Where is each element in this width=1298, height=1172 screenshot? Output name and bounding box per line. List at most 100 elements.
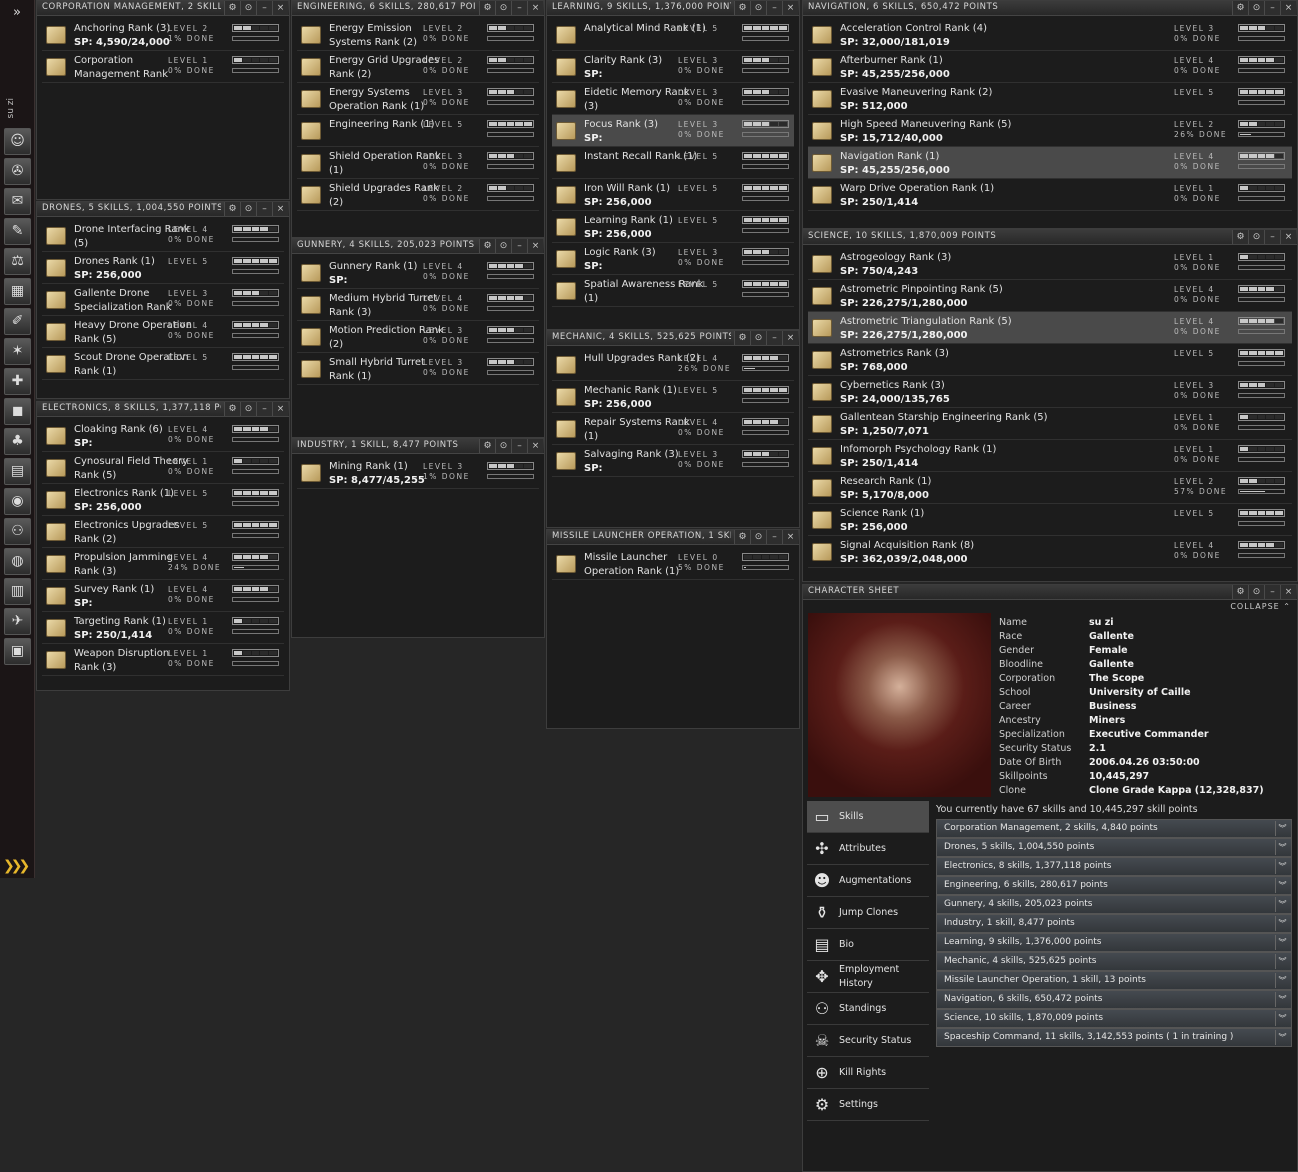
skill-row-drones-rank-1[interactable]: Drones Rank (1) SP: 256,000 LEVEL 5 bbox=[42, 252, 284, 284]
neocom-chevron-icon[interactable]: ❯❯❯ bbox=[3, 858, 30, 874]
market-icon[interactable]: ⚖ bbox=[4, 248, 31, 275]
expand-chevron-icon[interactable]: ︾ bbox=[1275, 878, 1289, 893]
skill-row-cybernetics-rank-3[interactable]: Cybernetics Rank (3) SP: 24,000/135,765 … bbox=[808, 376, 1292, 408]
character-sheet-icon[interactable]: ☺ bbox=[4, 128, 31, 155]
notepad-icon[interactable]: ✎ bbox=[4, 218, 31, 245]
expand-chevron-icon[interactable]: ︾ bbox=[1275, 935, 1289, 950]
fitting-icon[interactable]: ✚ bbox=[4, 368, 31, 395]
window-settings-icon[interactable]: ⚙ bbox=[1232, 1, 1248, 15]
window-pin-icon[interactable]: ⊙ bbox=[240, 202, 256, 216]
sidebar-item-skills[interactable]: ▭ Skills bbox=[807, 801, 929, 833]
skill-row-evasive-maneuvering-rank-2[interactable]: Evasive Maneuvering Rank (2) SP: 512,000… bbox=[808, 83, 1292, 115]
skill-row-instant-recall-rank-1[interactable]: Instant Recall Rank (1) LEVEL 5 bbox=[552, 147, 794, 179]
skill-row-repair-systems-rank-1[interactable]: Repair Systems Rank (1) LEVEL 4 0% DONE bbox=[552, 413, 794, 445]
skill-row-learning-rank-1[interactable]: Learning Rank (1) SP: 256,000 LEVEL 5 bbox=[552, 211, 794, 243]
skill-row-engineering-rank-1[interactable]: Engineering Rank (1) LEVEL 5 bbox=[297, 115, 539, 147]
window-close-icon[interactable]: × bbox=[1280, 230, 1296, 244]
window-close-icon[interactable]: × bbox=[272, 402, 288, 416]
skill-row-missile-launcher-operation-rank-1[interactable]: Missile Launcher Operation Rank (1) LEVE… bbox=[552, 548, 794, 580]
window-titlebar[interactable]: INDUSTRY, 1 SKILL, 8,477 POINTS ⚙ ⊙ – × bbox=[292, 439, 544, 454]
expand-neocom-icon[interactable]: » bbox=[0, 0, 34, 26]
map-icon[interactable]: ▦ bbox=[4, 278, 31, 305]
sidebar-item-bio[interactable]: ▤ Bio bbox=[807, 929, 929, 961]
cargo-icon[interactable]: ◼ bbox=[4, 398, 31, 425]
skill-row-focus-rank-3[interactable]: Focus Rank (3) SP: LEVEL 3 0% DONE bbox=[552, 115, 794, 147]
window-minimize-icon[interactable]: – bbox=[511, 239, 527, 253]
skill-row-survey-rank-1[interactable]: Survey Rank (1) SP: LEVEL 4 0% DONE bbox=[42, 580, 284, 612]
contracts-icon[interactable]: ✐ bbox=[4, 308, 31, 335]
window-settings-icon[interactable]: ⚙ bbox=[224, 202, 240, 216]
skill-row-clarity-rank-3[interactable]: Clarity Rank (3) SP: LEVEL 3 0% DONE bbox=[552, 51, 794, 83]
skill-group-row[interactable]: Electronics, 8 skills, 1,377,118 points ︾ bbox=[936, 857, 1292, 876]
skill-group-row[interactable]: Mechanic, 4 skills, 525,625 points ︾ bbox=[936, 952, 1292, 971]
window-minimize-icon[interactable]: – bbox=[766, 1, 782, 15]
skill-row-energy-systems-operation-rank-1[interactable]: Energy Systems Operation Rank (1) LEVEL … bbox=[297, 83, 539, 115]
skill-row-propulsion-jamming-rank-3[interactable]: Propulsion Jamming Rank (3) LEVEL 4 24% … bbox=[42, 548, 284, 580]
skill-row-eidetic-memory-rank-3[interactable]: Eidetic Memory Rank (3) LEVEL 3 0% DONE bbox=[552, 83, 794, 115]
expand-chevron-icon[interactable]: ︾ bbox=[1275, 1030, 1289, 1045]
mail-icon[interactable]: ✉ bbox=[4, 188, 31, 215]
skill-row-spatial-awareness-rank-1[interactable]: Spatial Awareness Rank (1) LEVEL 5 bbox=[552, 275, 794, 307]
skill-group-row[interactable]: Spaceship Command, 11 skills, 3,142,553 … bbox=[936, 1028, 1292, 1047]
window-pin-icon[interactable]: ⊙ bbox=[495, 439, 511, 453]
window-pin-icon[interactable]: ⊙ bbox=[750, 530, 766, 544]
skill-row-scout-drone-operation-rank-1[interactable]: Scout Drone Operation Rank (1) LEVEL 5 bbox=[42, 348, 284, 380]
window-titlebar[interactable]: CORPORATION MANAGEMENT, 2 SKILLS, 4,840 … bbox=[37, 1, 289, 16]
window-minimize-icon[interactable]: – bbox=[1264, 230, 1280, 244]
window-settings-icon[interactable]: ⚙ bbox=[479, 439, 495, 453]
window-minimize-icon[interactable]: – bbox=[511, 1, 527, 15]
window-pin-icon[interactable]: ⊙ bbox=[495, 239, 511, 253]
window-settings-icon[interactable]: ⚙ bbox=[479, 1, 495, 15]
window-titlebar[interactable]: MISSILE LAUNCHER OPERATION, 1 SKILL, 13 … bbox=[547, 530, 799, 545]
calculator-icon[interactable]: ▤ bbox=[4, 458, 31, 485]
skill-row-infomorph-psychology-rank-1[interactable]: Infomorph Psychology Rank (1) SP: 250/1,… bbox=[808, 440, 1292, 472]
window-minimize-icon[interactable]: – bbox=[511, 439, 527, 453]
collapse-button[interactable]: COLLAPSE ⌃ bbox=[1230, 602, 1291, 611]
skill-row-energy-emission-systems-rank-2[interactable]: Energy Emission Systems Rank (2) LEVEL 2… bbox=[297, 19, 539, 51]
expand-chevron-icon[interactable]: ︾ bbox=[1275, 916, 1289, 931]
window-minimize-icon[interactable]: – bbox=[766, 530, 782, 544]
window-close-icon[interactable]: × bbox=[527, 1, 543, 15]
skill-row-warp-drive-operation-rank-1[interactable]: Warp Drive Operation Rank (1) SP: 250/1,… bbox=[808, 179, 1292, 211]
skill-row-afterburner-rank-1[interactable]: Afterburner Rank (1) SP: 45,255/256,000 … bbox=[808, 51, 1292, 83]
browser-icon[interactable]: ◍ bbox=[4, 548, 31, 575]
skill-row-gallentean-starship-engineering-rank-5[interactable]: Gallentean Starship Engineering Rank (5)… bbox=[808, 408, 1292, 440]
expand-chevron-icon[interactable]: ︾ bbox=[1275, 1011, 1289, 1026]
skill-row-mining-rank-1[interactable]: Mining Rank (1) SP: 8,477/45,255 LEVEL 3… bbox=[297, 457, 539, 489]
window-minimize-icon[interactable]: – bbox=[1264, 585, 1280, 599]
skill-group-row[interactable]: Corporation Management, 2 skills, 4,840 … bbox=[936, 819, 1292, 838]
skill-row-mechanic-rank-1[interactable]: Mechanic Rank (1) SP: 256,000 LEVEL 5 bbox=[552, 381, 794, 413]
sidebar-item-employment-history[interactable]: ✥ Employment History bbox=[807, 961, 929, 993]
skill-row-energy-grid-upgrades-rank-2[interactable]: Energy Grid Upgrades Rank (2) LEVEL 2 0%… bbox=[297, 51, 539, 83]
skill-row-drone-interfacing-rank-5[interactable]: Drone Interfacing Rank (5) LEVEL 4 0% DO… bbox=[42, 220, 284, 252]
expand-chevron-icon[interactable]: ︾ bbox=[1275, 821, 1289, 836]
skill-row-heavy-drone-operation-rank-5[interactable]: Heavy Drone Operation Rank (5) LEVEL 4 0… bbox=[42, 316, 284, 348]
skill-row-gunnery-rank-1[interactable]: Gunnery Rank (1) SP: LEVEL 4 0% DONE bbox=[297, 257, 539, 289]
skill-group-row[interactable]: Drones, 5 skills, 1,004,550 points ︾ bbox=[936, 838, 1292, 857]
expand-chevron-icon[interactable]: ︾ bbox=[1275, 973, 1289, 988]
skill-group-row[interactable]: Engineering, 6 skills, 280,617 points ︾ bbox=[936, 876, 1292, 895]
journal-icon[interactable]: ▥ bbox=[4, 578, 31, 605]
window-close-icon[interactable]: × bbox=[272, 1, 288, 15]
window-minimize-icon[interactable]: – bbox=[1264, 1, 1280, 15]
window-pin-icon[interactable]: ⊙ bbox=[1248, 1, 1264, 15]
window-settings-icon[interactable]: ⚙ bbox=[1232, 230, 1248, 244]
window-settings-icon[interactable]: ⚙ bbox=[734, 530, 750, 544]
corporation-icon[interactable]: ♣ bbox=[4, 428, 31, 455]
skill-row-medium-hybrid-turret-rank-3[interactable]: Medium Hybrid Turret Rank (3) LEVEL 4 0%… bbox=[297, 289, 539, 321]
skill-row-astrogeology-rank-3[interactable]: Astrogeology Rank (3) SP: 750/4,243 LEVE… bbox=[808, 248, 1292, 280]
skill-row-small-hybrid-turret-rank-1[interactable]: Small Hybrid Turret Rank (1) LEVEL 3 0% … bbox=[297, 353, 539, 385]
window-pin-icon[interactable]: ⊙ bbox=[1248, 585, 1264, 599]
sidebar-item-jump-clones[interactable]: ⚱ Jump Clones bbox=[807, 897, 929, 929]
skill-row-weapon-disruption-rank-3[interactable]: Weapon Disruption Rank (3) LEVEL 1 0% DO… bbox=[42, 644, 284, 676]
window-close-icon[interactable]: × bbox=[782, 530, 798, 544]
skill-row-acceleration-control-rank-4[interactable]: Acceleration Control Rank (4) SP: 32,000… bbox=[808, 19, 1292, 51]
skill-row-gallente-drone-specialization-rank[interactable]: Gallente Drone Specialization Rank LEVEL… bbox=[42, 284, 284, 316]
window-pin-icon[interactable]: ⊙ bbox=[1248, 230, 1264, 244]
window-pin-icon[interactable]: ⊙ bbox=[750, 331, 766, 345]
window-titlebar[interactable]: GUNNERY, 4 SKILLS, 205,023 POINTS ⚙ ⊙ – × bbox=[292, 239, 544, 254]
skill-group-row[interactable]: Gunnery, 4 skills, 205,023 points ︾ bbox=[936, 895, 1292, 914]
window-close-icon[interactable]: × bbox=[527, 239, 543, 253]
skill-row-logic-rank-3[interactable]: Logic Rank (3) SP: LEVEL 3 0% DONE bbox=[552, 243, 794, 275]
ships-icon[interactable]: ✈ bbox=[4, 608, 31, 635]
